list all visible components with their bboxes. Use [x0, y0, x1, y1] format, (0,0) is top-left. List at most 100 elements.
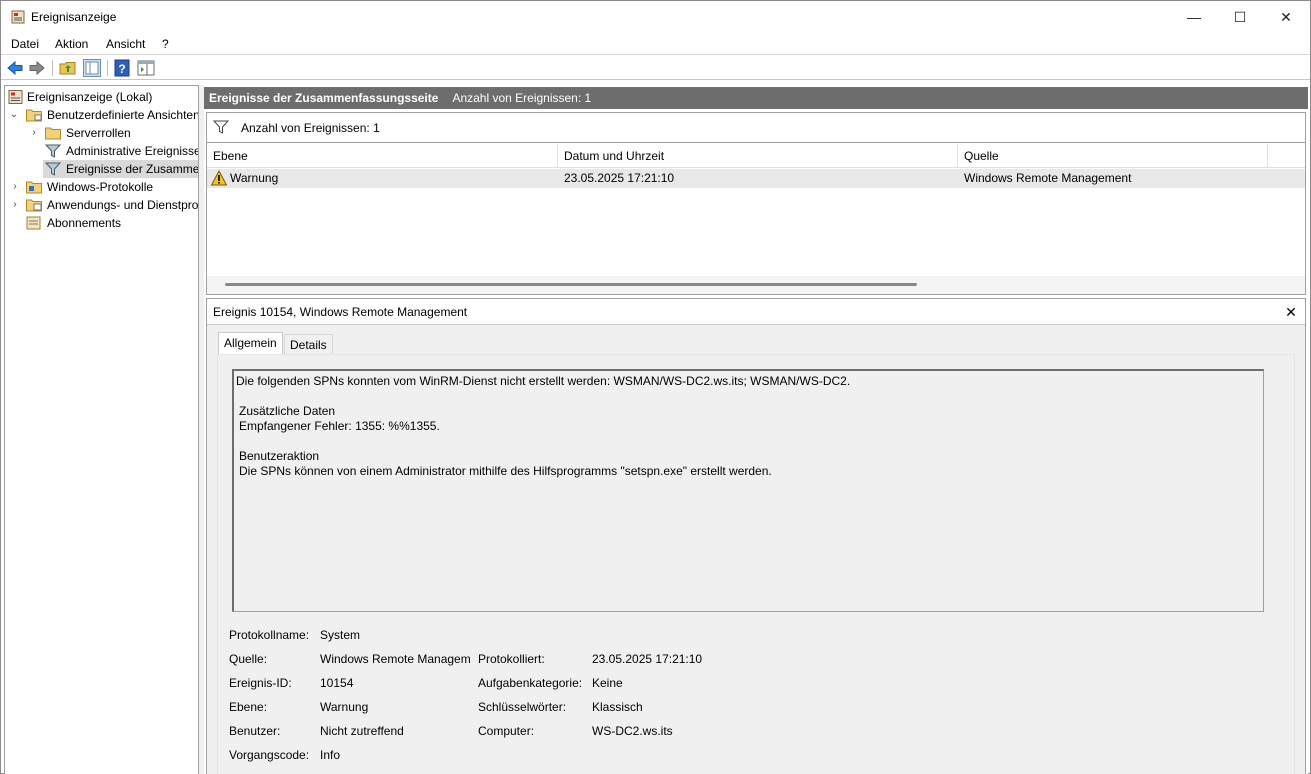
task-category-label: Aufgabenkategorie:: [478, 676, 583, 690]
tree-item-label: Windows-Protokolle: [47, 180, 154, 194]
menu-bar: Datei Aktion Ansicht ?: [1, 33, 1310, 55]
event-grid-header: Ebene Datum und Uhrzeit Quelle: [207, 144, 1305, 168]
tab-general[interactable]: Allgemein: [218, 332, 283, 355]
tree-item-application-service-logs[interactable]: › Anwendungs- und Dienstprotokolle: [5, 196, 198, 214]
show-hide-tree-icon[interactable]: [83, 59, 101, 77]
chevron-down-icon[interactable]: ⌄: [8, 106, 20, 124]
message-line: Empfangener Fehler: 1355: %%1355.: [239, 419, 440, 433]
menu-file[interactable]: Datei: [11, 37, 39, 51]
tree-item-administrative-events[interactable]: Administrative Ereignisse: [5, 142, 198, 160]
keywords-value: Klassisch: [592, 700, 643, 714]
tree-item-summary-page-events[interactable]: Ereignisse der Zusammenfassungsseite: [5, 160, 199, 178]
event-message-box[interactable]: Die folgenden SPNs konnten vom WinRM-Die…: [232, 369, 1264, 612]
close-button[interactable]: ✕: [1263, 1, 1309, 33]
subscriptions-icon: [26, 216, 41, 230]
computer-label: Computer:: [478, 724, 535, 738]
window-title: Ereignisanzeige: [31, 10, 117, 24]
tree-item-subscriptions[interactable]: Abonnements: [5, 214, 198, 232]
event-viewer-window: Ereignisanzeige — ☐ ✕ Datei Aktion Ansic…: [0, 0, 1311, 774]
logged-value: 23.05.2025 17:21:10: [592, 652, 703, 666]
title-bar: Ereignisanzeige — ☐ ✕: [1, 1, 1310, 33]
event-detail-panel: Ereignis 10154, Windows Remote Managemen…: [206, 298, 1306, 774]
message-line: Benutzeraktion: [239, 449, 320, 463]
maximize-button[interactable]: ☐: [1217, 1, 1263, 33]
view-event-count: Anzahl von Ereignissen: 1: [452, 91, 592, 105]
tree-item-event-viewer-local[interactable]: Ereignisanzeige (Lokal): [5, 88, 198, 106]
logged-label: Protokolliert:: [478, 652, 545, 666]
chevron-right-icon[interactable]: ›: [9, 196, 21, 214]
toolbar: ?: [1, 56, 1310, 80]
opcode-value: Info: [320, 748, 341, 762]
cell-level: Warnung: [230, 171, 279, 185]
computer-value: WS-DC2.ws.its: [592, 724, 673, 738]
tree-item-label: Ereignisanzeige (Lokal): [27, 90, 153, 104]
folder-up-icon[interactable]: [59, 59, 77, 77]
show-action-pane-icon[interactable]: [137, 59, 155, 77]
events-list-panel: Anzahl von Ereignissen: 1 Ebene Datum un…: [206, 112, 1306, 295]
filter-bar: Anzahl von Ereignissen: 1: [207, 113, 1305, 143]
menu-action[interactable]: Aktion: [55, 37, 88, 51]
chevron-right-icon[interactable]: ›: [9, 178, 21, 196]
task-category-value: Keine: [592, 676, 623, 690]
view-header: Ereignisse der Zusammenfassungsseite Anza…: [204, 87, 1308, 109]
message-line: Die SPNs können von einem Administrator …: [239, 464, 772, 478]
folder-icon: [45, 127, 61, 140]
opcode-label: Vorgangscode:: [229, 748, 310, 762]
cell-datetime: 23.05.2025 17:21:10: [564, 171, 675, 185]
tab-details[interactable]: Details: [284, 334, 333, 354]
tree-item-label: Serverrollen: [66, 126, 131, 140]
level-value: Warnung: [320, 700, 369, 714]
folder-icon: [26, 109, 42, 122]
help-icon[interactable]: ?: [113, 59, 131, 77]
back-arrow-icon[interactable]: [6, 59, 24, 77]
user-label: Benutzer:: [229, 724, 281, 738]
user-value: Nicht zutreffend: [320, 724, 404, 738]
source-value: Windows Remote Managem: [320, 652, 471, 666]
chevron-right-icon[interactable]: ›: [28, 124, 40, 142]
source-label: Quelle:: [229, 652, 268, 666]
cell-source: Windows Remote Management: [964, 171, 1132, 185]
level-label: Ebene:: [229, 700, 268, 714]
log-name-label: Protokollname:: [229, 628, 310, 642]
log-name-value: System: [320, 628, 361, 642]
folder-icon: [26, 199, 42, 212]
tree-item-custom-views[interactable]: ⌄ Benutzerdefinierte Ansichten: [5, 106, 199, 124]
scrollbar-thumb[interactable]: [225, 283, 917, 286]
filter-icon: [45, 162, 61, 176]
message-line: Die folgenden SPNs konnten vom WinRM-Die…: [236, 374, 851, 388]
menu-help[interactable]: ?: [162, 37, 169, 51]
table-row[interactable]: Warnung 23.05.2025 17:21:10 Windows Remo…: [207, 169, 1305, 188]
navigation-tree: Ereignisanzeige (Lokal) ⌄ Benutzerdefini…: [4, 85, 199, 774]
event-id-label: Ereignis-ID:: [229, 676, 292, 690]
view-title: Ereignisse der Zusammenfassungsseite: [209, 91, 439, 105]
column-header-source[interactable]: Quelle: [958, 144, 1268, 168]
event-viewer-icon: [8, 90, 23, 104]
filter-count-text: Anzahl von Ereignissen: 1: [241, 121, 380, 135]
svg-text:?: ?: [118, 62, 125, 76]
horizontal-scrollbar[interactable]: [207, 276, 1305, 294]
general-tab-body: Die folgenden SPNs konnten vom WinRM-Die…: [217, 354, 1295, 774]
content-pane: Ereignisse der Zusammenfassungsseite Anza…: [204, 85, 1308, 774]
event-viewer-icon: [11, 10, 25, 24]
keywords-label: Schlüsselwörter:: [478, 700, 567, 714]
filter-icon: [213, 120, 229, 134]
tree-item-windows-logs[interactable]: › Windows-Protokolle: [5, 178, 198, 196]
column-header-level[interactable]: Ebene: [207, 144, 558, 168]
folder-icon: [26, 181, 42, 194]
tree-item-label: Abonnements: [47, 216, 122, 230]
column-header-datetime[interactable]: Datum und Uhrzeit: [558, 144, 958, 168]
message-line: Zusätzliche Daten: [239, 404, 336, 418]
detail-title: Ereignis 10154, Windows Remote Managemen…: [207, 299, 1305, 325]
toolbar-separator: [52, 60, 53, 76]
menu-view[interactable]: Ansicht: [106, 37, 145, 51]
tree-item-server-roles[interactable]: › Serverrollen: [5, 124, 198, 142]
forward-arrow-icon[interactable]: [28, 59, 46, 77]
minimize-button[interactable]: —: [1171, 1, 1217, 33]
detail-close-icon[interactable]: ✕: [1283, 299, 1299, 325]
filter-icon: [45, 144, 61, 158]
tree-item-label: Benutzerdefinierte Ansichten: [47, 108, 199, 122]
toolbar-separator: [107, 60, 108, 76]
tree-item-label: Ereignisse der Zusammenfassungsseite: [66, 162, 199, 176]
